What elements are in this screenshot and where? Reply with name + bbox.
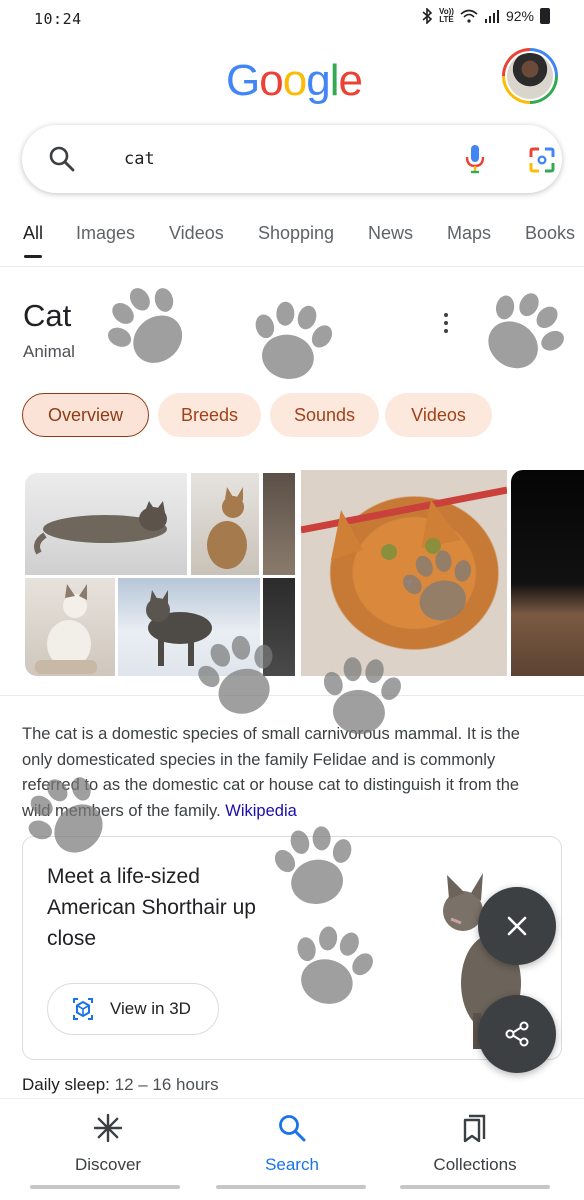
chip-overview[interactable]: Overview: [22, 393, 149, 437]
google-logo[interactable]: Google: [226, 56, 363, 106]
logo-letter: G: [226, 56, 260, 105]
paw-print-2: [243, 295, 341, 386]
cat-image-orange[interactable]: [301, 470, 507, 676]
share-button[interactable]: [478, 995, 556, 1073]
cat-image-partial-1[interactable]: [263, 473, 295, 575]
active-tab-indicator: [24, 255, 42, 258]
card-headline: Meet a life-sized American Shorthair up …: [47, 865, 256, 950]
share-icon: [505, 1021, 529, 1047]
tab-videos[interactable]: Videos: [169, 223, 224, 244]
section-divider: [0, 695, 584, 696]
wifi-icon: [460, 9, 478, 23]
chip-sounds[interactable]: Sounds: [270, 393, 379, 437]
tab-news[interactable]: News: [368, 223, 413, 244]
battery-percent: 92%: [505, 8, 534, 24]
cube-3d-icon: [73, 998, 93, 1020]
view-in-3d-label: View in 3D: [110, 999, 191, 1018]
cat-image-sitting[interactable]: [191, 473, 259, 575]
cat-image-snow[interactable]: [118, 578, 260, 676]
more-options-icon[interactable]: [436, 310, 456, 336]
bottom-navigation: Discover Search Collections: [0, 1098, 584, 1200]
bluetooth-icon: [422, 8, 433, 24]
network-type-label: Vo)) LTE: [439, 8, 454, 24]
logo-letter: o: [282, 56, 308, 105]
close-icon: [507, 916, 527, 936]
nav-search[interactable]: Search: [222, 1111, 362, 1175]
daily-sleep-value: 12 – 16 hours: [114, 1075, 219, 1094]
asterisk-icon: [93, 1113, 123, 1143]
bookmark-icon: [463, 1114, 486, 1143]
avatar-ring-inner: [505, 51, 555, 101]
signal-icon: [484, 10, 499, 23]
nav-indicator-discover: [30, 1185, 180, 1189]
logo-letter: g: [306, 56, 331, 105]
nav-discover[interactable]: Discover: [38, 1111, 178, 1175]
image-carousel: [0, 470, 584, 678]
search-icon[interactable]: [48, 145, 76, 173]
logo-letter: l: [329, 56, 340, 105]
lens-icon[interactable]: [527, 145, 557, 175]
nav-search-label: Search: [265, 1155, 319, 1174]
knowledge-panel-subtitle: Animal: [23, 342, 75, 361]
tab-images[interactable]: Images: [76, 223, 135, 244]
tab-books[interactable]: Books: [525, 223, 575, 244]
nav-discover-label: Discover: [74, 1155, 142, 1174]
status-time: 10:24: [34, 10, 82, 28]
paw-print-1: [90, 269, 205, 383]
daily-sleep-fact: Daily sleep: 12 – 16 hours: [22, 1075, 219, 1095]
status-bar: 10:24 Vo)) LTE 92%: [0, 0, 584, 40]
logo-letter: e: [338, 56, 363, 105]
battery-icon: [540, 8, 550, 24]
search-box[interactable]: cat: [22, 125, 562, 193]
close-3d-button[interactable]: [478, 887, 556, 965]
logo-letter: o: [259, 56, 284, 105]
network-label-bottom: LTE: [439, 15, 454, 24]
view-in-3d-button[interactable]: View in 3D: [47, 983, 219, 1035]
avatar-photo: [507, 53, 553, 99]
daily-sleep-label: Daily sleep:: [22, 1075, 110, 1094]
nav-indicator-search: [216, 1185, 366, 1189]
cat-image-partial-3[interactable]: [511, 470, 584, 676]
search-query-text[interactable]: cat: [124, 149, 155, 169]
nav-indicator-collections: [400, 1185, 550, 1189]
nav-collections[interactable]: Collections: [405, 1111, 545, 1175]
wikipedia-link[interactable]: Wikipedia: [225, 802, 297, 820]
cat-image-siamese[interactable]: [25, 578, 115, 676]
chip-breeds[interactable]: Breeds: [158, 393, 261, 437]
nav-collections-label: Collections: [433, 1155, 517, 1174]
paw-print-3: [466, 276, 581, 388]
tab-all[interactable]: All: [23, 223, 43, 244]
tab-shopping[interactable]: Shopping: [258, 223, 334, 244]
description-text: The cat is a domestic species of small c…: [22, 722, 542, 824]
cat-image-partial-2[interactable]: [263, 578, 295, 676]
knowledge-panel-title: Cat: [23, 298, 72, 333]
cat-image-lying[interactable]: [25, 473, 187, 575]
account-avatar[interactable]: [502, 48, 558, 104]
status-icons: Vo)) LTE 92%: [421, 8, 550, 24]
chip-videos[interactable]: Videos: [385, 393, 492, 437]
search-tabs: All Images Videos Shopping News Maps Boo…: [0, 215, 584, 267]
mic-icon[interactable]: [462, 143, 488, 175]
search-icon: [279, 1115, 306, 1142]
tab-maps[interactable]: Maps: [447, 223, 491, 244]
